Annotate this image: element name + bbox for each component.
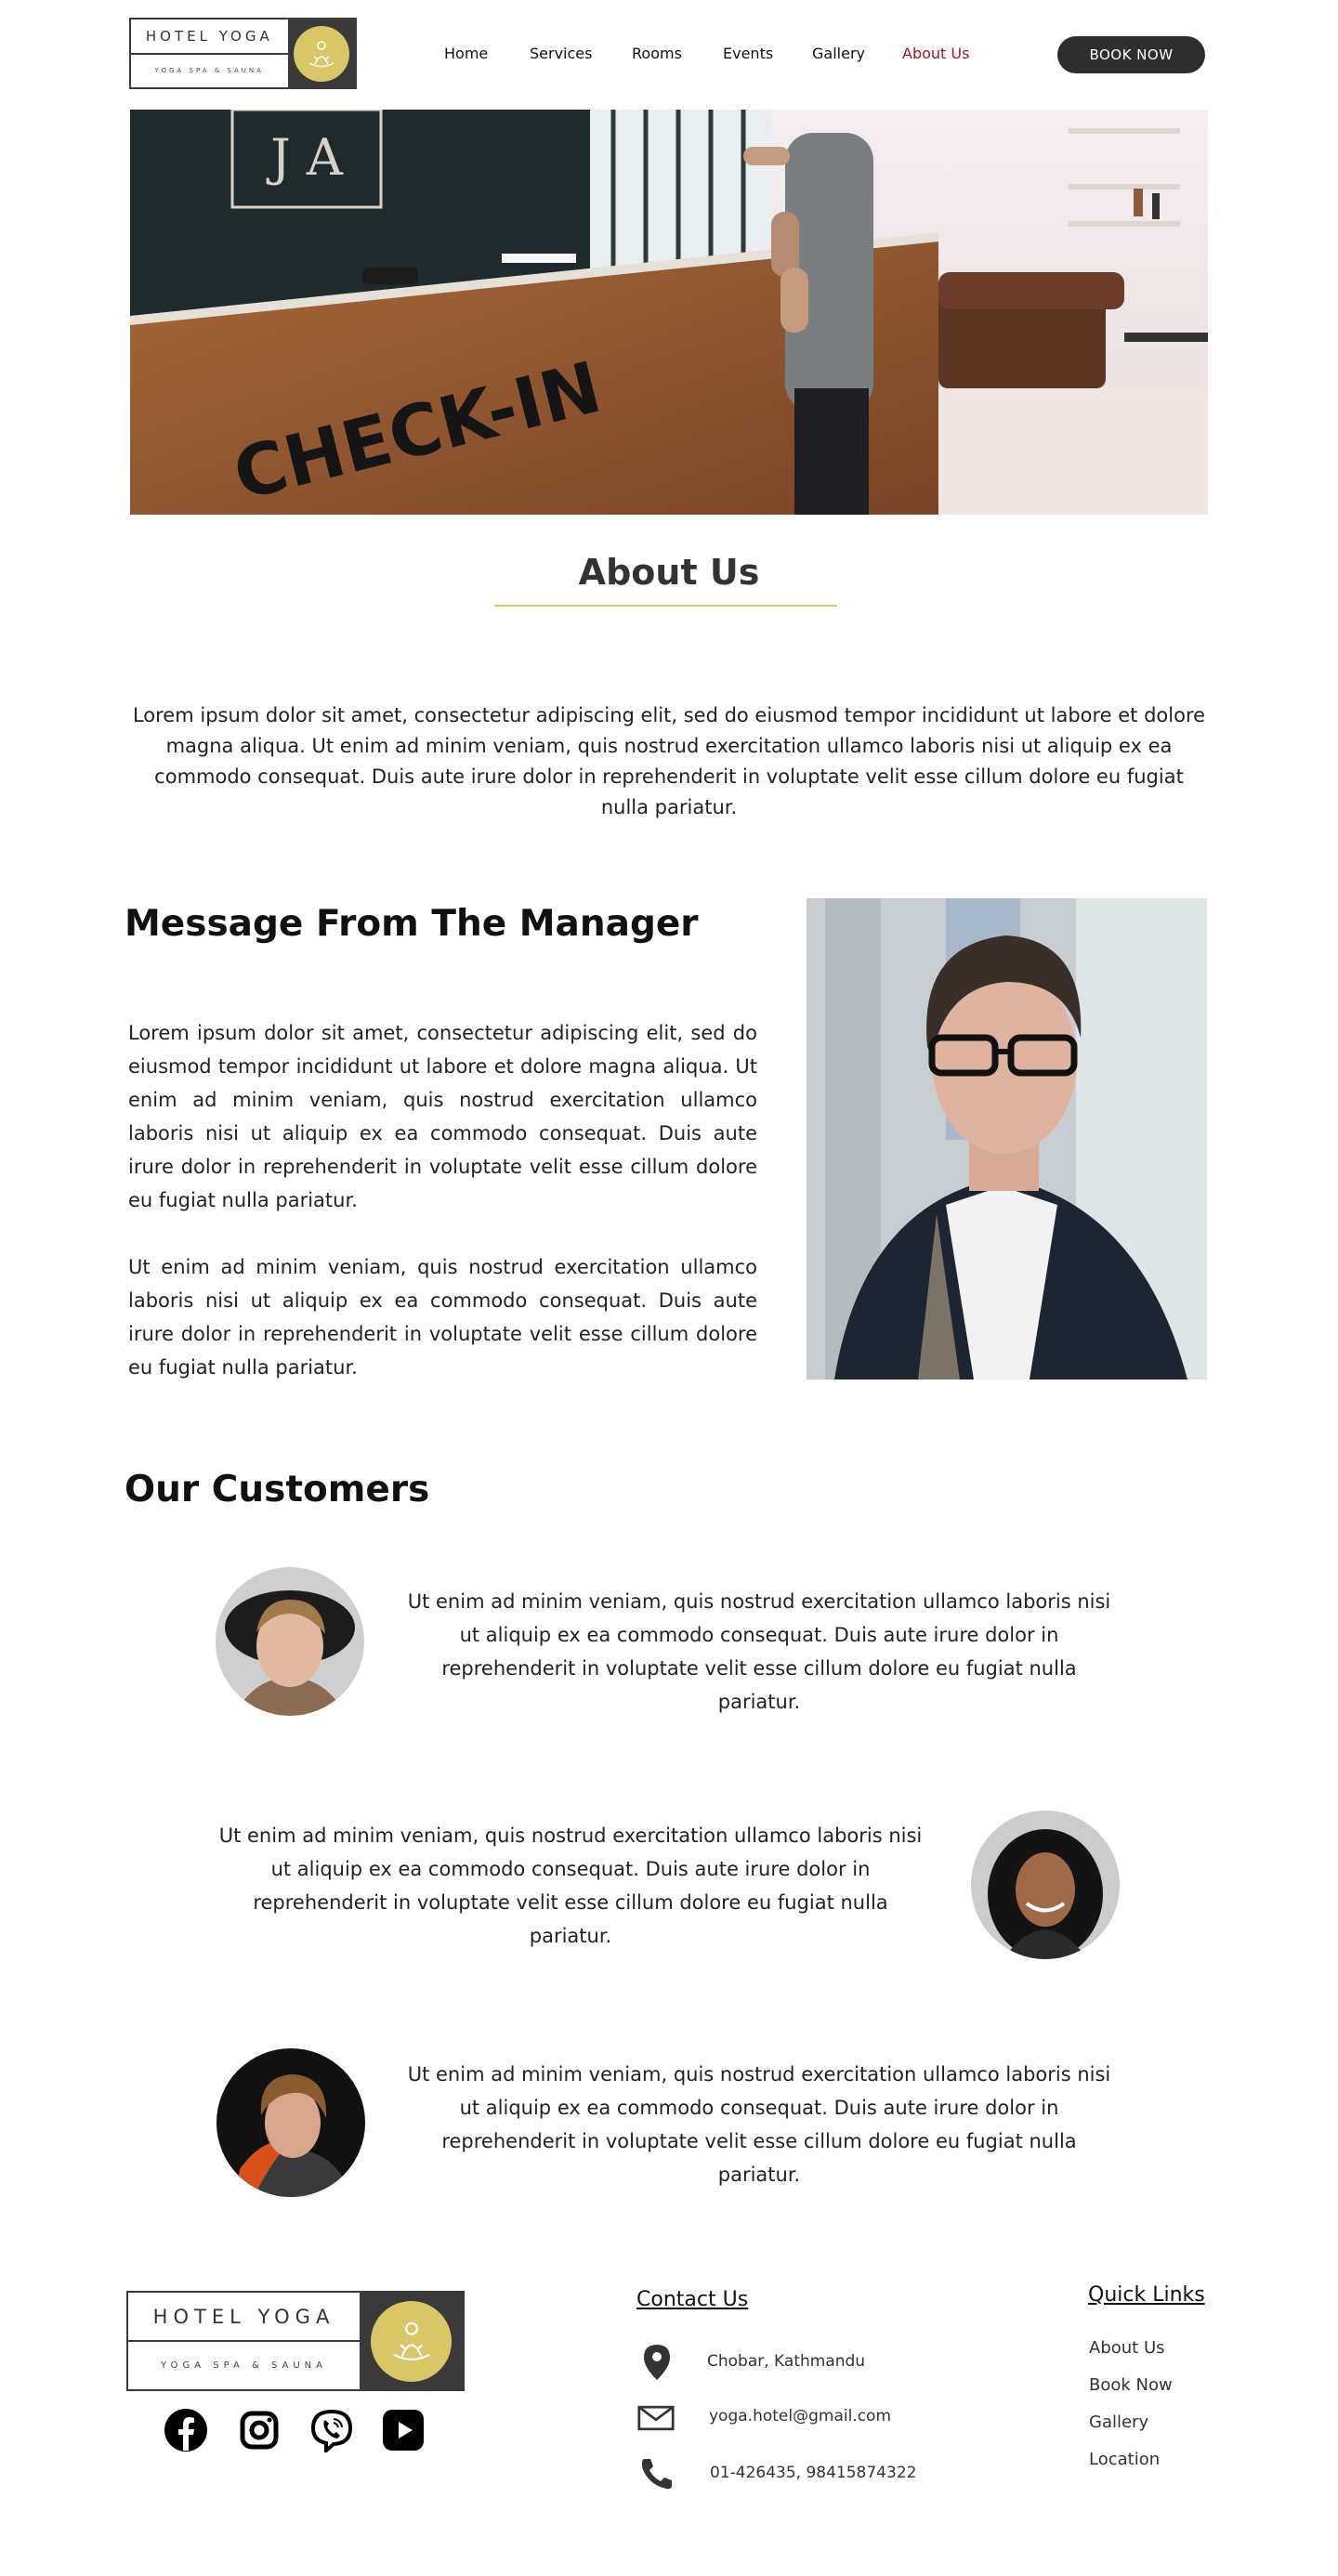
customer-avatar [971, 1811, 1120, 1959]
quick-link-book-now[interactable]: Book Now [1089, 2375, 1173, 2395]
logo-text-block: HOTEL YOGA YOGA SPA & SAUNA [131, 20, 288, 87]
mail-icon [637, 2399, 675, 2437]
logo-title: HOTEL YOGA [131, 20, 288, 55]
instagram-icon[interactable] [237, 2408, 282, 2452]
hero-image: J A CHECK-IN [130, 110, 1208, 515]
customer-avatar [216, 2048, 365, 2197]
manager-paragraph-2: Ut enim ad minim veniam, quis nostrud ex… [128, 1256, 757, 1379]
customer-avatar [216, 1567, 364, 1716]
customers-section-title: Our Customers [125, 1469, 430, 1510]
contact-us-heading: Contact Us [636, 2288, 749, 2311]
contact-phone[interactable]: 01-426435, 98415874322 [710, 2464, 916, 2482]
quick-links-heading: Quick Links [1088, 2283, 1205, 2307]
customer-testimonial: Ut enim ad minim veniam, quis nostrud ex… [407, 1590, 1111, 1713]
nav-rooms[interactable]: Rooms [632, 45, 682, 62]
youtube-icon[interactable] [381, 2408, 426, 2452]
header-logo[interactable]: HOTEL YOGA YOGA SPA & SAUNA [129, 18, 357, 89]
book-now-button[interactable]: BOOK NOW [1057, 36, 1205, 73]
viber-icon[interactable] [309, 2408, 354, 2455]
about-title: About Us [578, 552, 760, 593]
quick-link-gallery[interactable]: Gallery [1089, 2413, 1148, 2432]
facebook-icon[interactable] [164, 2408, 208, 2452]
logo-tagline: YOGA SPA & SAUNA [154, 67, 264, 75]
footer-logo[interactable]: HOTEL YOGA YOGA SPA & SAUNA [126, 2291, 465, 2391]
manager-photo [807, 898, 1207, 1380]
header: HOTEL YOGA YOGA SPA & SAUNA Home Service… [0, 0, 1338, 110]
logo-tagline: YOGA SPA & SAUNA [161, 2360, 327, 2371]
meditation-icon [293, 25, 349, 82]
phone-icon [638, 2455, 676, 2492]
quick-link-location[interactable]: Location [1089, 2450, 1160, 2469]
contact-email[interactable]: yoga.hotel@gmail.com [709, 2407, 891, 2426]
hero-sign-letters: J A [266, 128, 344, 187]
logo-title: HOTEL YOGA [128, 2293, 360, 2342]
about-text: Lorem ipsum dolor sit amet, consectetur … [132, 704, 1206, 818]
quick-link-about-us[interactable]: About Us [1089, 2338, 1165, 2358]
customer-testimonial: Ut enim ad minim veniam, quis nostrud ex… [218, 1824, 923, 1947]
nav-home[interactable]: Home [444, 45, 488, 62]
manager-paragraph-1: Lorem ipsum dolor sit amet, consectetur … [128, 1022, 757, 1211]
customer-testimonial: Ut enim ad minim veniam, quis nostrud ex… [407, 2063, 1111, 2186]
nav-services[interactable]: Services [530, 45, 592, 62]
manager-section-title: Message From The Manager [125, 903, 699, 945]
nav-gallery[interactable]: Gallery [812, 45, 865, 62]
title-underline [494, 605, 837, 607]
nav-events[interactable]: Events [723, 45, 773, 62]
nav-about-us[interactable]: About Us [902, 45, 969, 62]
location-pin-icon [638, 2344, 676, 2381]
logo-badge [287, 20, 355, 87]
meditation-icon [371, 2300, 452, 2382]
logo-text-block: HOTEL YOGA YOGA SPA & SAUNA [128, 2293, 360, 2389]
logo-badge [360, 2293, 463, 2389]
page: HOTEL YOGA YOGA SPA & SAUNA Home Service… [0, 0, 1338, 2576]
contact-address: Chobar, Kathmandu [707, 2352, 866, 2371]
